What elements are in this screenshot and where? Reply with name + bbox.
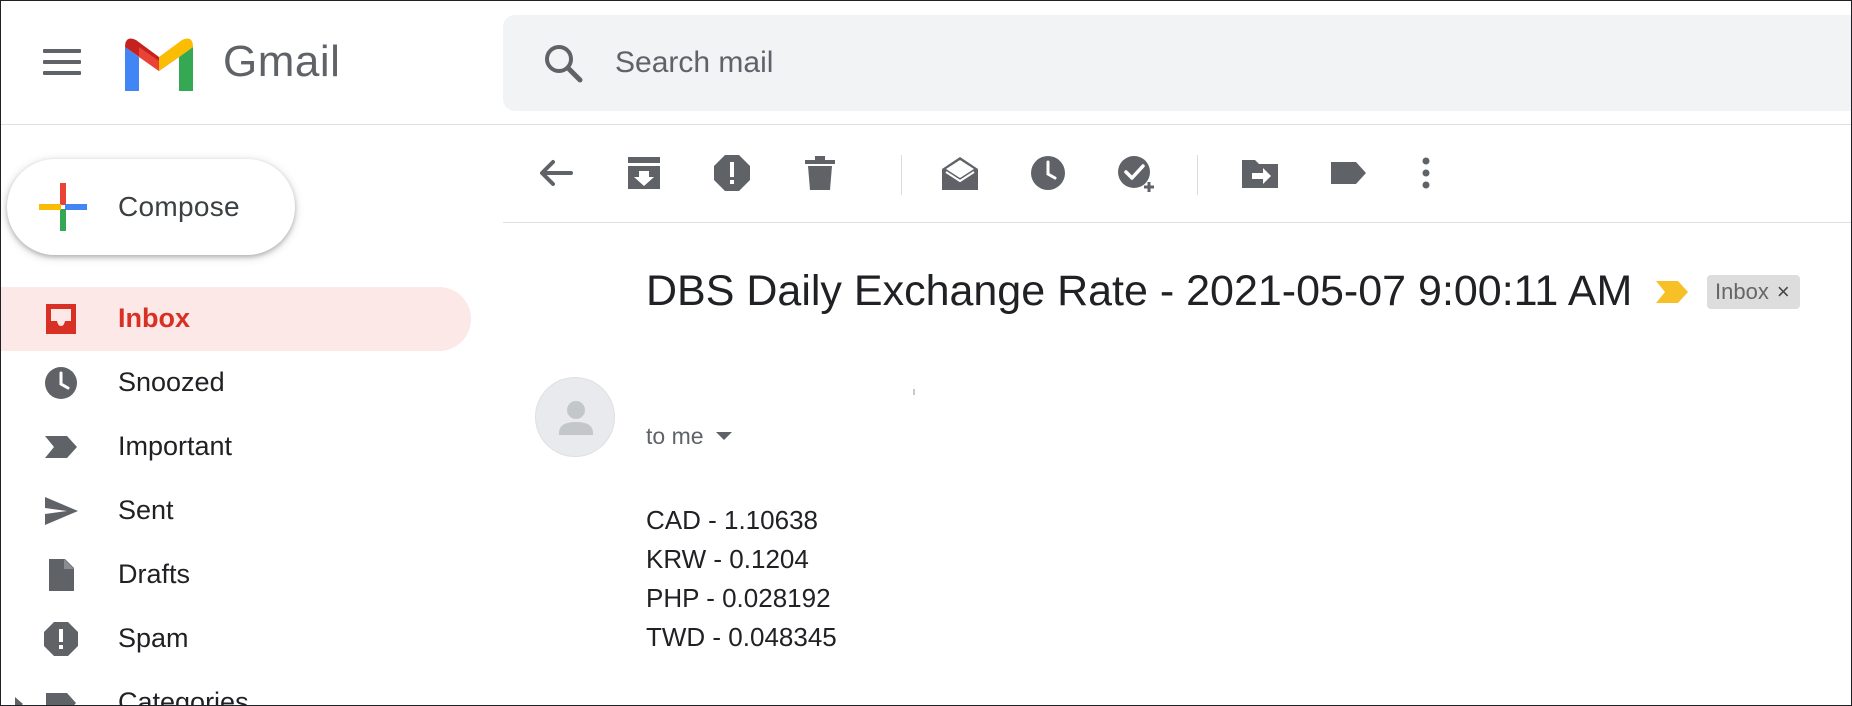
archive-icon[interactable] xyxy=(623,152,665,194)
label-chip-inbox: Inbox × xyxy=(1707,275,1800,309)
gmail-window: Gmail Compose Inbox Snooz xyxy=(0,0,1852,706)
recipient-text: to me xyxy=(646,423,704,449)
body-line: KRW - 0.1204 xyxy=(646,544,809,574)
top-header: Gmail xyxy=(1,1,1851,125)
body-line: PHP - 0.028192 xyxy=(646,583,831,613)
search-icon[interactable] xyxy=(541,41,585,85)
sidebar-item-spam[interactable]: Spam xyxy=(1,607,471,671)
label-chip-text: Inbox xyxy=(1715,279,1769,304)
sidebar-item-categories[interactable]: Categories xyxy=(1,671,471,706)
sidebar-item-label: Snoozed xyxy=(118,367,225,397)
message-subject: DBS Daily Exchange Rate - 2021-05-07 9:0… xyxy=(646,267,1633,315)
more-vertical-icon[interactable] xyxy=(1405,152,1447,194)
body-line: TWD - 0.048345 xyxy=(646,622,837,652)
remove-label-icon[interactable]: × xyxy=(1777,275,1790,309)
sidebar-item-snoozed[interactable]: Snoozed xyxy=(1,351,471,415)
sidebar-item-important[interactable]: Important xyxy=(1,415,471,479)
hamburger-menu-icon[interactable] xyxy=(37,41,87,83)
report-spam-icon[interactable] xyxy=(711,152,753,194)
compose-label: Compose xyxy=(118,191,240,222)
send-icon xyxy=(45,497,78,525)
sidebar-item-inbox[interactable]: Inbox xyxy=(1,287,471,351)
mark-unread-icon[interactable] xyxy=(939,152,981,194)
sender-avatar[interactable] xyxy=(535,377,615,457)
trash-icon[interactable] xyxy=(799,152,841,194)
sidebar-item-label: Sent xyxy=(118,495,174,525)
person-icon xyxy=(559,401,593,435)
add-task-icon[interactable] xyxy=(1115,152,1157,194)
sidebar-item-label: Categories xyxy=(118,687,249,706)
sidebar-item-label: Important xyxy=(118,431,233,461)
gmail-logo-icon[interactable] xyxy=(119,33,199,93)
important-marker-icon xyxy=(45,436,77,458)
toolbar-divider xyxy=(901,155,902,195)
toolbar-divider xyxy=(1197,155,1198,195)
clock-icon xyxy=(45,367,77,399)
sidebar-item-label: Spam xyxy=(118,623,189,653)
move-to-icon[interactable] xyxy=(1239,152,1281,194)
expand-arrow-icon[interactable] xyxy=(15,697,23,705)
sidebar-item-sent[interactable]: Sent xyxy=(1,479,471,543)
inbox-icon xyxy=(46,304,76,334)
label-icon xyxy=(46,693,76,705)
spam-report-icon xyxy=(44,622,78,656)
body-line: CAD - 1.10638 xyxy=(646,505,818,535)
app-name[interactable]: Gmail xyxy=(223,37,340,87)
snooze-clock-icon[interactable] xyxy=(1027,152,1069,194)
message-toolbar xyxy=(503,125,1851,223)
important-marker-icon[interactable] xyxy=(1655,280,1689,304)
search-input[interactable] xyxy=(615,37,1515,89)
sender-name-redacted xyxy=(913,389,915,395)
search-bar xyxy=(503,15,1851,111)
plus-icon xyxy=(39,183,87,231)
arrow-left-icon[interactable] xyxy=(535,152,577,194)
message-body: CAD - 1.10638 KRW - 0.1204 PHP - 0.02819… xyxy=(646,501,837,657)
sidebar-item-drafts[interactable]: Drafts xyxy=(1,543,471,607)
compose-button[interactable]: Compose xyxy=(7,159,295,255)
sidebar-item-label: Inbox xyxy=(118,303,190,333)
draft-file-icon xyxy=(49,559,74,591)
recipient-dropdown[interactable]: to me xyxy=(646,423,732,450)
label-icon[interactable] xyxy=(1327,152,1369,194)
sidebar-item-label: Drafts xyxy=(118,559,191,589)
chevron-down-icon xyxy=(715,431,732,440)
